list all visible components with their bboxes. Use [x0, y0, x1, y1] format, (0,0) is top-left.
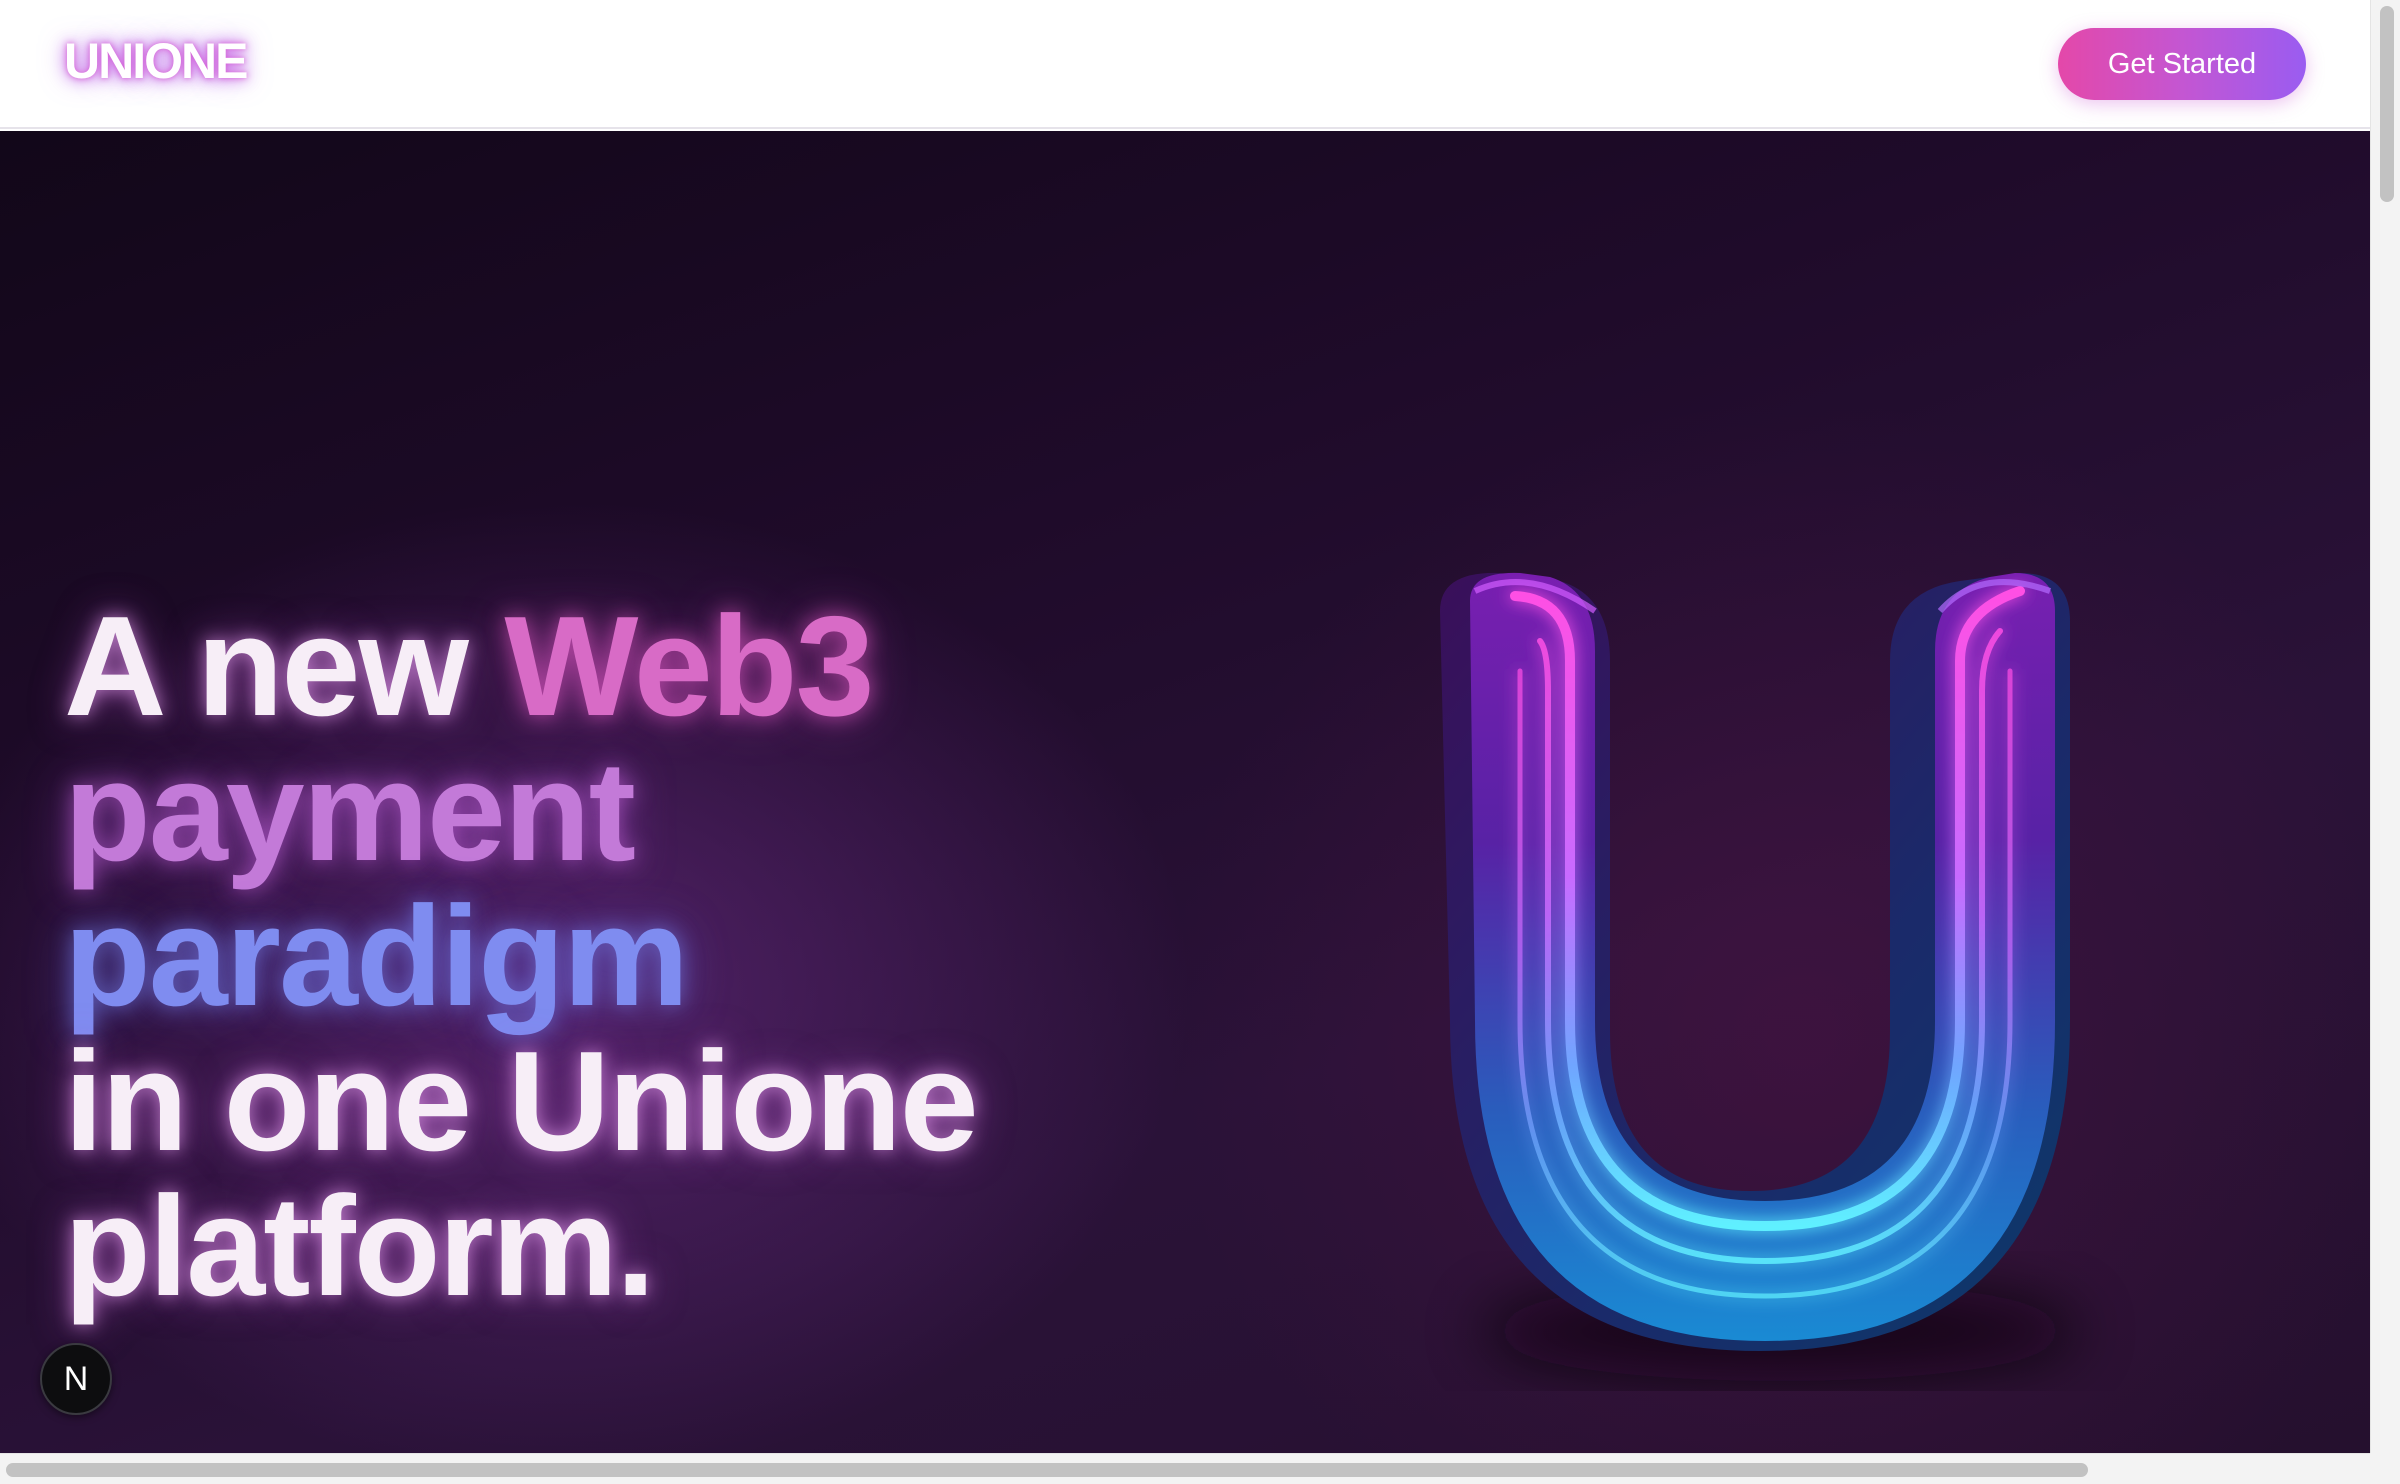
horizontal-scrollbar[interactable] [0, 1453, 2370, 1484]
vertical-scrollbar-thumb[interactable] [2380, 6, 2394, 202]
unione-logo[interactable]: UNIONE [64, 32, 248, 90]
headline-web3: Web3 [504, 587, 874, 746]
horizontal-scrollbar-thumb[interactable] [6, 1463, 2088, 1477]
headline-in-one-unione: in one Unione [64, 1022, 979, 1181]
hero-headline: A new Web3 payment paradigm in one Union… [64, 594, 979, 1326]
headline-a-new: A new [64, 587, 469, 746]
neon-u-logo-image [1420, 551, 2140, 1391]
headline-paradigm: paradigm [64, 877, 689, 1036]
headline-payment: payment [64, 732, 636, 891]
hero-section: A new Web3 payment paradigm in one Union… [0, 131, 2370, 1453]
scrollbar-corner [2370, 1453, 2400, 1484]
neon-u-graphic [1440, 572, 2080, 1381]
nextjs-icon[interactable]: N [40, 1343, 112, 1415]
vertical-scrollbar[interactable] [2370, 0, 2400, 1484]
nextjs-icon-label: N [63, 1359, 89, 1398]
site-header: UNIONE Get Started [0, 0, 2370, 129]
headline-platform: platform. [64, 1167, 655, 1326]
headline-line-1: A new Web3 [64, 594, 977, 739]
get-started-button[interactable]: Get Started [2058, 28, 2306, 100]
